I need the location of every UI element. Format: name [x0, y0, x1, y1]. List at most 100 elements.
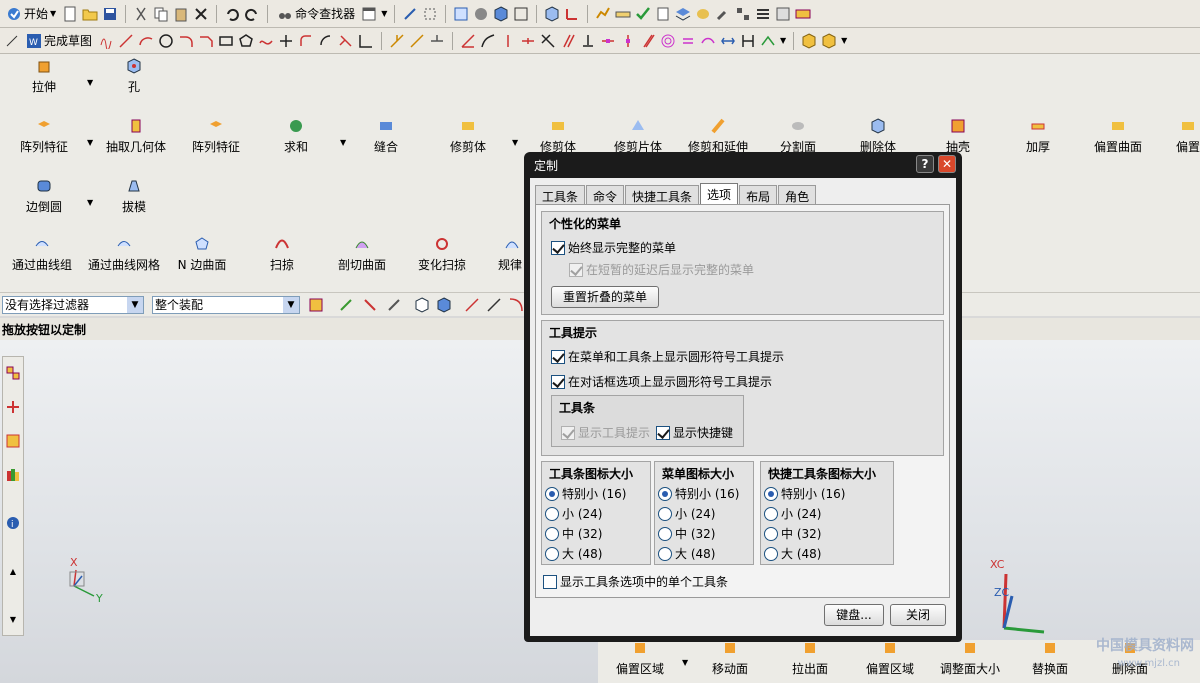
menu-toolbar-tooltip-checkbox[interactable]: 在菜单和工具条上显示圆形符号工具提示 — [551, 348, 784, 365]
chevron-down-icon[interactable]: ▼ — [87, 78, 93, 87]
icon-size-radio[interactable]: 中 (32) — [545, 525, 602, 542]
render-style-icon[interactable] — [473, 6, 489, 22]
tab-radial-toolbars[interactable]: 快捷工具条 — [625, 185, 700, 204]
layer-icon[interactable] — [675, 6, 691, 22]
assembly-icon[interactable] — [735, 6, 751, 22]
snap-point-icon[interactable] — [338, 297, 354, 313]
tools-icon[interactable] — [715, 6, 731, 22]
trim-body-button-2[interactable]: 修剪体 — [538, 118, 578, 155]
auto-constraint-icon[interactable] — [760, 33, 776, 49]
fixed-icon[interactable] — [580, 33, 596, 49]
sketch-icon[interactable] — [4, 33, 20, 49]
tangent-constraint-icon[interactable] — [480, 33, 496, 49]
show-shortcuts-checkbox[interactable]: 显示快捷键 — [656, 424, 733, 441]
through-curve-mesh-button[interactable]: 通过曲线网格 — [86, 236, 162, 273]
scroll-down-icon[interactable]: ▼ — [5, 615, 21, 631]
help-button[interactable]: ? — [916, 155, 934, 173]
icon-size-radio[interactable]: 小 (24) — [764, 505, 821, 522]
resize-face-button[interactable]: 调整面大小 — [938, 640, 1002, 677]
horizontal-constraint-icon[interactable] — [520, 33, 536, 49]
fillet-icon[interactable] — [178, 33, 194, 49]
show-single-toolbar-checkbox[interactable]: 显示工具条选项中的单个工具条 — [543, 573, 728, 590]
view-icon[interactable] — [453, 6, 469, 22]
snap-point-icon-2[interactable] — [362, 297, 378, 313]
wcs-icon[interactable] — [564, 6, 580, 22]
system-info-icon[interactable]: i — [5, 515, 21, 531]
redo-icon[interactable] — [244, 6, 260, 22]
close-icon[interactable]: ✕ — [938, 155, 956, 173]
vertical-constraint-icon[interactable] — [500, 33, 516, 49]
show-after-delay-checkbox[interactable]: 在短暂的延迟后显示完整的菜单 — [569, 261, 754, 278]
chevron-down-icon[interactable]: ▼ — [512, 138, 518, 147]
icon-size-radio[interactable]: 小 (24) — [545, 505, 602, 522]
snap-icon[interactable] — [402, 6, 418, 22]
point-icon[interactable] — [278, 33, 294, 49]
equal-length-icon[interactable] — [640, 33, 656, 49]
line-icon[interactable] — [118, 33, 134, 49]
offset-button[interactable]: 偏置 — [1176, 118, 1200, 155]
chevron-down-icon[interactable]: ▼ — [841, 36, 847, 45]
chevron-down-icon[interactable]: ▼ — [340, 138, 346, 147]
midpoint-icon[interactable] — [600, 33, 616, 49]
arc-icon[interactable] — [138, 33, 154, 49]
chamfer-icon[interactable] — [198, 33, 214, 49]
offset-curve-icon[interactable] — [298, 33, 314, 49]
chevron-down-icon[interactable]: ▼ — [127, 297, 143, 313]
cube-icon[interactable] — [493, 5, 509, 22]
curve-shape-icon[interactable] — [700, 33, 716, 49]
replace-face-button[interactable]: 替换面 — [1030, 640, 1070, 677]
draft-button[interactable]: 拔模 — [120, 178, 148, 215]
chevron-down-icon[interactable]: ▼ — [780, 36, 786, 45]
trim-body-button[interactable]: 修剪体 — [448, 118, 488, 155]
selection-scope-select[interactable]: 整个装配 ▼ — [152, 296, 300, 314]
extend-icon[interactable] — [358, 33, 374, 49]
dialog-titlebar[interactable]: 定制 ? ✕ — [524, 152, 962, 176]
finish-sketch-button[interactable]: W 完成草图 — [24, 30, 94, 52]
stack-icon[interactable] — [755, 6, 771, 22]
arc-snap-icon[interactable] — [508, 297, 524, 313]
part-navigator-icon[interactable] — [5, 433, 21, 449]
shell-button[interactable]: 抽壳 — [944, 118, 972, 155]
scroll-up-icon[interactable]: ▲ — [5, 567, 21, 583]
icon-size-radio[interactable]: 中 (32) — [658, 525, 715, 542]
section-surface-button[interactable]: 剖切曲面 — [336, 236, 388, 273]
trim-sheet-button[interactable]: 修剪片体 — [612, 118, 664, 155]
pull-face-button[interactable]: 拉出面 — [790, 640, 830, 677]
icon-size-radio[interactable]: 小 (24) — [658, 505, 715, 522]
move-face-button[interactable]: 移动面 — [710, 640, 750, 677]
close-button[interactable]: 关闭 — [890, 604, 946, 626]
thicken-button[interactable]: 加厚 — [1024, 118, 1052, 155]
swept-button[interactable]: 扫掠 — [268, 236, 296, 273]
select-all-icon[interactable] — [308, 297, 324, 313]
snap-point-icon-3[interactable] — [386, 297, 402, 313]
line-snap-icon[interactable] — [464, 297, 480, 313]
save-icon[interactable] — [102, 6, 118, 22]
variational-sweep-button[interactable]: 变化扫掠 — [416, 236, 468, 273]
always-show-full-menu-checkbox[interactable]: 始终显示完整的菜单 — [551, 239, 676, 256]
angle-constraint-icon[interactable] — [460, 33, 476, 49]
part-navigator-icon[interactable] — [775, 6, 791, 22]
circle-icon[interactable] — [158, 33, 174, 49]
orient-icon[interactable] — [544, 5, 560, 22]
icon-size-radio[interactable]: 特别小 (16) — [764, 485, 845, 502]
measure-icon[interactable] — [615, 6, 631, 22]
icon-size-radio[interactable]: 大 (48) — [764, 545, 821, 562]
edge-blend-button[interactable]: 边倒圆 — [24, 178, 64, 215]
pattern-curve-icon[interactable] — [318, 33, 334, 49]
chevron-down-icon[interactable]: ▼ — [87, 138, 93, 147]
law-button[interactable]: 规律 — [498, 236, 524, 273]
constraint-display-icon[interactable] — [801, 32, 817, 49]
n-sided-surface-button[interactable]: N 边曲面 — [176, 236, 228, 273]
cube-outline-icon[interactable] — [414, 297, 430, 313]
offset-surface-button[interactable]: 偏置曲面 — [1092, 118, 1144, 155]
quick-extend-icon[interactable] — [409, 33, 425, 49]
command-finder-button[interactable]: 命令查找器 — [275, 3, 357, 25]
offset-region-button-2[interactable]: 偏置区域 — [864, 640, 916, 677]
extract-geometry-button[interactable]: 抽取几何体 — [104, 118, 168, 155]
slope-icon[interactable] — [720, 33, 736, 49]
frame-icon[interactable] — [513, 6, 529, 22]
palette-icon[interactable] — [695, 6, 711, 22]
show-tooltips-checkbox[interactable]: 显示工具提示 — [561, 424, 650, 441]
new-file-icon[interactable] — [62, 6, 78, 22]
equal-radius-icon[interactable] — [680, 33, 696, 49]
